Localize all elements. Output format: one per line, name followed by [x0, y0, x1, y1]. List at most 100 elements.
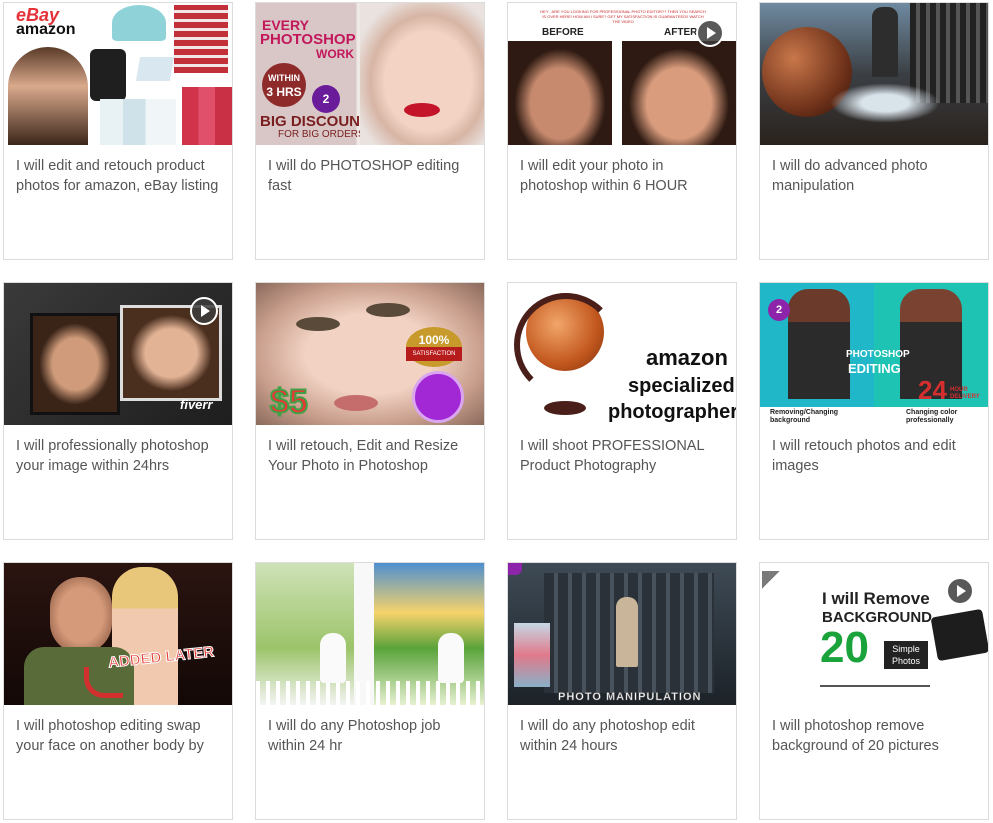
- gig-title[interactable]: I will professionally photoshop your ima…: [16, 436, 222, 476]
- thumb-text: FOR BIG ORDERS: [278, 129, 365, 140]
- sweater-image: [174, 5, 228, 73]
- level-badge: 2: [768, 299, 790, 321]
- gig-card[interactable]: HEY , ARE YOU LOOKING FOR PROFESSIONAL P…: [507, 2, 737, 260]
- gig-title[interactable]: I will retouch photos and edit images: [772, 436, 978, 476]
- hours-badge: WITHIN 3 HRS: [262, 63, 306, 107]
- thumb-text: WORK: [316, 47, 354, 61]
- thumb-text: specialized: [628, 375, 735, 397]
- gig-thumbnail[interactable]: I will Remove BACKGROUND 20 Simple Photo…: [760, 563, 988, 705]
- after-label: AFTER: [664, 27, 698, 38]
- gig-card[interactable]: amazon specialized photographer I will s…: [507, 282, 737, 540]
- thumb-text: PHOTOSHOP: [846, 349, 910, 360]
- play-video-icon[interactable]: [696, 19, 724, 47]
- tablet-image: [930, 608, 988, 662]
- eye-left-image: [296, 317, 340, 331]
- after-photo: [622, 41, 736, 145]
- gig-thumbnail[interactable]: 2 PHOTOSHOP EDITING 24 HOUR DELIVERY Rem…: [760, 283, 988, 425]
- seal-text: SATISFACTION: [406, 347, 462, 361]
- gig-card[interactable]: fiverr I will professionally photoshop y…: [3, 282, 233, 540]
- before-photo: [508, 41, 612, 145]
- banner-text: PHOTO MANIPULATION: [558, 691, 702, 704]
- badge-line1: Simple: [892, 644, 920, 654]
- gig-card[interactable]: I will do any Photoshop job within 24 hr: [255, 562, 485, 820]
- gig-title[interactable]: I will do advanced photo manipulation: [772, 156, 978, 196]
- gig-thumbnail[interactable]: PHOTO MANIPULATION: [508, 563, 736, 705]
- gig-title[interactable]: I will do any Photoshop job within 24 hr: [268, 716, 474, 756]
- model-face-image: [360, 3, 484, 145]
- gig-title[interactable]: I will do any photoshop edit within 24 h…: [520, 716, 726, 756]
- luggage-image: [182, 87, 232, 145]
- gig-thumbnail[interactable]: amazon specialized photographer: [508, 283, 736, 425]
- bottles-image: [100, 99, 176, 145]
- gig-card[interactable]: 2 PHOTOSHOP EDITING 24 HOUR DELIVERY Rem…: [759, 282, 989, 540]
- thumb-text: BIG DISCOUNT: [260, 113, 370, 130]
- play-video-icon[interactable]: [946, 577, 974, 605]
- gig-card[interactable]: PHOTO MANIPULATION I will do any photosh…: [507, 562, 737, 820]
- thumb-text: PHOTOSHOP: [260, 31, 356, 48]
- lips-image: [334, 395, 378, 411]
- bride-image: [320, 633, 346, 683]
- corner-badge: [508, 563, 522, 575]
- jacket-image: [90, 49, 126, 101]
- gig-title[interactable]: I will do PHOTOSHOP editing fast: [268, 156, 474, 196]
- feature-text: Removing/Changing background: [770, 409, 839, 424]
- before-label: BEFORE: [542, 27, 584, 38]
- logo-image: [762, 571, 816, 605]
- gig-card[interactable]: I will do advanced photo manipulation: [759, 2, 989, 260]
- model-image: [8, 47, 88, 145]
- gig-thumbnail[interactable]: fiverr: [4, 283, 232, 425]
- underline-image: [820, 685, 930, 687]
- bride-image: [438, 633, 464, 683]
- gig-title[interactable]: I will edit your photo in photoshop with…: [520, 156, 726, 196]
- globe-stand-image: [514, 293, 618, 397]
- badge-line2: Photos: [891, 656, 921, 666]
- gig-card[interactable]: $5 100% SATISFACTION I will retouch, Edi…: [255, 282, 485, 540]
- fiverr-logo: fiverr: [180, 397, 213, 412]
- fence-image: [256, 681, 484, 705]
- person-image: [872, 7, 898, 77]
- globe-base-image: [544, 401, 586, 415]
- model-before-image: [788, 289, 850, 399]
- splash-image: [830, 83, 940, 123]
- umbrella-image: [112, 5, 166, 41]
- big-number: 20: [820, 623, 869, 672]
- gig-title[interactable]: I will edit and retouch product photos f…: [16, 156, 222, 196]
- gig-thumbnail[interactable]: [256, 563, 484, 705]
- amazon-logo: amazon: [16, 21, 76, 38]
- gig-title[interactable]: I will photoshop editing swap your face …: [16, 716, 222, 756]
- gig-thumbnail[interactable]: ADDED LATER: [4, 563, 232, 705]
- lips-image: [404, 103, 440, 117]
- level-badge: 2: [312, 85, 340, 113]
- hours-badge-line1: WITHIN: [268, 73, 300, 83]
- gig-thumbnail[interactable]: $5 100% SATISFACTION: [256, 283, 484, 425]
- gig-thumbnail[interactable]: EVERY PHOTOSHOP WORK WITHIN 3 HRS 2 BIG …: [256, 3, 484, 145]
- thumb-text: amazon: [646, 345, 728, 370]
- before-photo: [30, 313, 120, 415]
- price-text: $5: [269, 382, 309, 422]
- gig-card[interactable]: ADDED LATER I will photoshop editing swa…: [3, 562, 233, 820]
- hours-badge-line2: 3 HRS: [266, 85, 302, 99]
- gig-card[interactable]: eBay amazon I will edit and retouch prod…: [3, 2, 233, 260]
- gig-title[interactable]: I will shoot PROFESSIONAL Product Photog…: [520, 436, 726, 476]
- seal-percent: 100%: [418, 333, 450, 347]
- gig-thumbnail[interactable]: eBay amazon: [4, 3, 232, 145]
- gig-card[interactable]: I will Remove BACKGROUND 20 Simple Photo…: [759, 562, 989, 820]
- level-number: 2: [322, 92, 330, 106]
- gig-thumbnail[interactable]: [760, 3, 988, 145]
- thumb-caption: HEY , ARE YOU LOOKING FOR PROFESSIONAL P…: [540, 9, 706, 24]
- satisfaction-seal: 100% SATISFACTION: [406, 327, 462, 367]
- play-video-icon[interactable]: [190, 297, 218, 325]
- simple-photos-badge: Simple Photos: [884, 641, 928, 669]
- delivery-text: HOUR DELIVERY: [950, 387, 980, 400]
- figure-image: [616, 597, 638, 667]
- eye-right-image: [366, 303, 410, 317]
- gig-title[interactable]: I will photoshop remove background of 20…: [772, 716, 978, 756]
- woman-photo-image: [514, 623, 550, 687]
- feature-text: Changing color professionally: [906, 409, 958, 424]
- gig-thumbnail[interactable]: HEY , ARE YOU LOOKING FOR PROFESSIONAL P…: [508, 3, 736, 145]
- gig-title[interactable]: I will retouch, Edit and Resize Your Pho…: [268, 436, 474, 476]
- gig-card[interactable]: EVERY PHOTOSHOP WORK WITHIN 3 HRS 2 BIG …: [255, 2, 485, 260]
- medal-icon: [412, 371, 464, 423]
- man-face-image: [50, 577, 112, 653]
- level-number: 2: [775, 304, 783, 316]
